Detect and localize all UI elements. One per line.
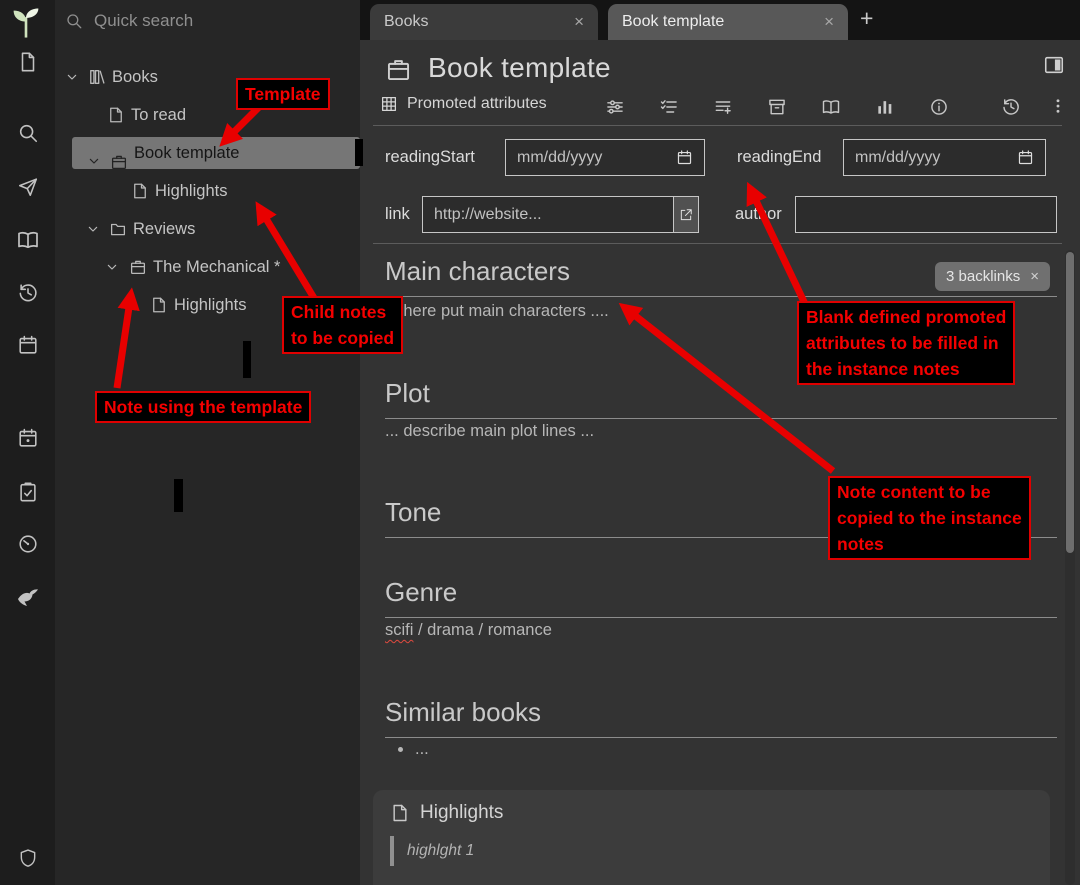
- book-icon[interactable]: [16, 228, 40, 252]
- child-note-title[interactable]: Highlights: [420, 802, 503, 824]
- author-input[interactable]: [795, 196, 1057, 233]
- split-pane-icon[interactable]: [1042, 54, 1066, 76]
- swallow-icon[interactable]: [15, 586, 41, 610]
- child-note-card[interactable]: Highlights highlght 1: [373, 790, 1050, 885]
- note-icon: [131, 182, 149, 200]
- note-icon: [107, 106, 125, 124]
- tab-books[interactable]: Books ×: [370, 4, 598, 40]
- note-detail-area: Book template Promoted attributes readin…: [360, 40, 1080, 885]
- jump-to-note-icon[interactable]: [17, 176, 39, 198]
- sliders-icon[interactable]: [605, 97, 625, 117]
- tree-row: Books: [55, 60, 360, 94]
- tree-item-book-template[interactable]: Book template: [134, 136, 239, 170]
- book-icon[interactable]: [821, 97, 841, 117]
- section-heading-plot: Plot: [385, 378, 1057, 419]
- genre-rest: / drama / romance: [413, 621, 551, 639]
- note-title[interactable]: Book template: [428, 52, 611, 84]
- section-body-genre[interactable]: scifi / drama / romance: [385, 621, 552, 640]
- bar-chart-icon[interactable]: [875, 97, 895, 117]
- tree-row: The Mechanical *: [55, 250, 360, 284]
- chevron-down-icon[interactable]: [64, 69, 80, 85]
- info-icon[interactable]: [929, 97, 949, 117]
- template-box-icon: [129, 258, 147, 276]
- dashboard-icon[interactable]: [17, 533, 39, 555]
- quick-search-input[interactable]: Quick search: [65, 11, 193, 31]
- tab-bar: Books × Book template × +: [360, 0, 1080, 40]
- close-icon[interactable]: ×: [1030, 268, 1039, 285]
- section-body-plot[interactable]: ... describe main plot lines ...: [385, 422, 594, 441]
- library-icon: [88, 68, 107, 87]
- chevron-down-icon[interactable]: [85, 221, 101, 237]
- bullet-icon: [398, 747, 403, 752]
- ribbon-tab-promoted-attributes[interactable]: Promoted attributes: [380, 95, 547, 113]
- tree-row: Highlights: [55, 174, 360, 208]
- grid-icon: [380, 95, 398, 113]
- misspelled-word: scifi: [385, 621, 413, 639]
- close-icon[interactable]: ×: [824, 12, 834, 32]
- tree-row-selected: Book template: [55, 136, 360, 170]
- tree-item-the-mechanical[interactable]: The Mechanical *: [153, 250, 280, 284]
- archive-icon[interactable]: [767, 97, 787, 117]
- task-list-icon[interactable]: [17, 481, 39, 503]
- app-root: Quick search Books To read Book template…: [0, 0, 1080, 885]
- shield-icon[interactable]: [18, 847, 38, 869]
- open-external-icon[interactable]: [673, 196, 699, 233]
- note-icon: [150, 296, 168, 314]
- attr-label-link: link: [385, 196, 410, 233]
- backlinks-count: 3 backlinks: [946, 268, 1020, 285]
- search-icon[interactable]: [17, 122, 39, 144]
- link-input[interactable]: [422, 196, 674, 233]
- new-note-icon[interactable]: [17, 51, 39, 73]
- tree-item-highlights[interactable]: Highlights: [155, 174, 227, 208]
- calendar-star-icon[interactable]: [17, 427, 39, 449]
- reading-end-input[interactable]: [843, 139, 1046, 176]
- plant-logo-icon[interactable]: [8, 7, 44, 39]
- tree-item-books[interactable]: Books: [112, 60, 158, 94]
- section-heading-genre: Genre: [385, 577, 1057, 618]
- list-check-icon[interactable]: [659, 97, 679, 117]
- reading-start-input[interactable]: [505, 139, 705, 176]
- close-icon[interactable]: ×: [574, 12, 584, 32]
- section-heading-similar-books: Similar books: [385, 697, 1057, 738]
- child-note-quote: highlght 1: [390, 836, 474, 866]
- content-divider: [373, 243, 1062, 244]
- note-tree-panel: Quick search Books To read Book template…: [55, 0, 360, 885]
- tab-label: Book template: [622, 13, 814, 31]
- calendar-icon[interactable]: [17, 334, 39, 356]
- list-plus-icon[interactable]: [713, 97, 733, 117]
- scrollbar-thumb[interactable]: [1066, 252, 1074, 553]
- scrollbar-track[interactable]: [1065, 250, 1075, 885]
- search-icon: [65, 12, 83, 30]
- backlinks-badge[interactable]: 3 backlinks ×: [935, 262, 1050, 291]
- calendar-icon[interactable]: [1017, 149, 1034, 166]
- tab-label: Books: [384, 13, 564, 31]
- tree-row: To read: [55, 98, 360, 132]
- recent-changes-icon[interactable]: [17, 282, 39, 304]
- tree-row: Highlights: [55, 288, 360, 322]
- template-box-icon: [385, 56, 412, 83]
- kebab-menu-icon[interactable]: [1049, 97, 1067, 115]
- note-icon: [390, 803, 410, 823]
- calendar-icon[interactable]: [676, 149, 693, 166]
- bullet-text: ...: [415, 740, 429, 759]
- quick-search-placeholder: Quick search: [94, 11, 193, 31]
- tree-item-reviews[interactable]: Reviews: [133, 212, 195, 246]
- tree-item-to-read[interactable]: To read: [131, 98, 186, 132]
- tab-book-template[interactable]: Book template ×: [608, 4, 848, 40]
- history-icon[interactable]: [1001, 97, 1021, 117]
- section-heading-tone: Tone: [385, 497, 1057, 538]
- folder-icon: [109, 220, 127, 238]
- bullet-list-item[interactable]: ...: [398, 740, 429, 759]
- ribbon-divider: [373, 125, 1062, 126]
- ribbon-tab-label: Promoted attributes: [407, 95, 547, 113]
- new-tab-button[interactable]: +: [860, 5, 873, 32]
- tree-row: Reviews: [55, 212, 360, 246]
- section-body-main-characters[interactable]: ... here put main characters ....: [385, 302, 609, 321]
- attr-label-reading-start: readingStart: [385, 139, 475, 176]
- attr-label-author: author: [735, 196, 782, 233]
- attr-label-reading-end: readingEnd: [737, 139, 821, 176]
- launcher-bar: [0, 0, 55, 885]
- tree-item-highlights-2[interactable]: Highlights: [174, 288, 246, 322]
- chevron-down-icon[interactable]: [104, 259, 120, 275]
